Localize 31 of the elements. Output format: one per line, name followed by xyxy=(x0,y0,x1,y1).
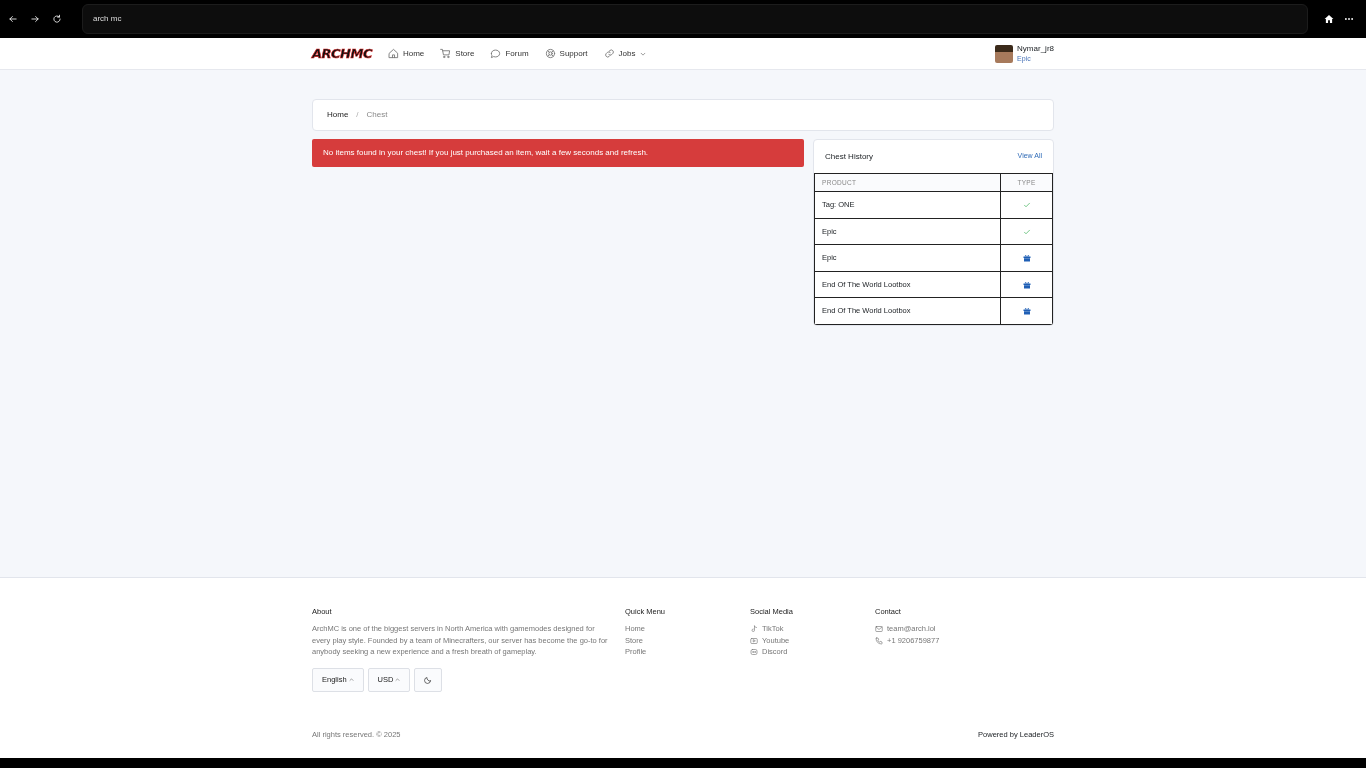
chat-icon xyxy=(490,48,502,59)
play-icon xyxy=(750,636,758,645)
mail-icon xyxy=(875,625,883,633)
nav-link[interactable]: Store xyxy=(440,47,475,60)
home-icon xyxy=(1324,14,1334,24)
nav-link[interactable]: Jobs xyxy=(603,47,646,60)
theme-toggle-button[interactable] xyxy=(414,667,443,692)
alert-message: No items found in your chest! If you just purchased an item, wait a few seconds and refresh. xyxy=(312,139,804,167)
nav-link[interactable]: Home xyxy=(387,47,425,60)
music-note-icon xyxy=(750,625,758,633)
back-icon xyxy=(8,14,18,24)
address-bar[interactable]: arch mc xyxy=(82,4,1308,34)
reload-icon xyxy=(52,14,62,24)
breadcrumb-link[interactable]: Home xyxy=(327,109,349,121)
nav-link[interactable]: Forum xyxy=(490,47,529,60)
lifebuoy-icon xyxy=(544,48,556,59)
card-title: Chest History xyxy=(825,150,873,163)
moon-icon xyxy=(424,675,433,684)
username[interactable]: Nymar_jr8 xyxy=(1017,43,1054,54)
caret-icon xyxy=(348,677,354,683)
caret-icon xyxy=(395,677,401,683)
logo[interactable]: ARCHMC xyxy=(312,43,372,64)
avatar-icon[interactable] xyxy=(995,44,1014,63)
breadcrumb-separator: / xyxy=(356,109,359,121)
game-controller-icon xyxy=(750,648,758,656)
cart-icon xyxy=(440,48,452,59)
phone-icon xyxy=(875,636,883,645)
forward-icon xyxy=(30,14,40,24)
link-icon xyxy=(603,48,615,59)
home-icon xyxy=(387,48,399,59)
nav-link[interactable]: Support xyxy=(544,47,588,60)
